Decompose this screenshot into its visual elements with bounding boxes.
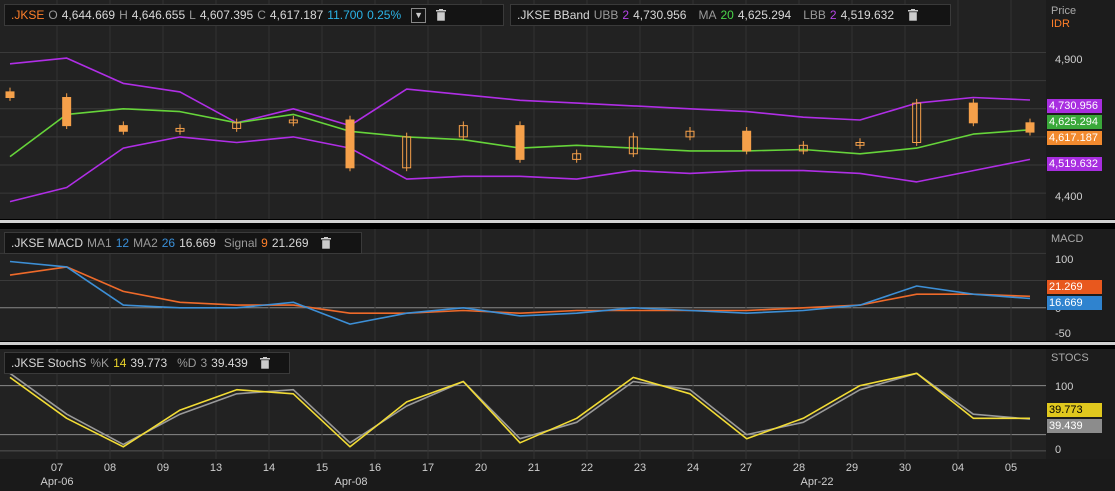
bband-legend[interactable]: .JKSE BBand UBB 2 4,730.956 MA 20 4,625.… — [510, 4, 951, 26]
x-tick-label: 24 — [686, 462, 700, 474]
trash-icon[interactable] — [908, 9, 918, 21]
k-value: 39.773 — [130, 356, 168, 370]
close-label: C — [257, 8, 266, 22]
x-tick-label: 28 — [792, 462, 806, 474]
d-period: 3 — [200, 356, 208, 370]
x-tick-label: 27 — [739, 462, 753, 474]
stoch-tick: 0 — [1055, 444, 1062, 456]
lbb-label: LBB — [803, 8, 826, 22]
ma2-value: 26 — [161, 236, 176, 250]
x-tick-label: 05 — [1004, 462, 1018, 474]
signal-period: 9 — [261, 236, 268, 250]
close-value: 4,617.187 — [269, 8, 324, 22]
macd-tick: 100 — [1055, 254, 1074, 266]
x-month-label: Apr-06 — [40, 476, 74, 488]
lbb-badge: 4,519.632 — [1047, 157, 1102, 171]
x-tick-label: 04 — [951, 462, 965, 474]
d-badge: 39.439 — [1047, 419, 1102, 433]
price-tick: 4,900 — [1055, 54, 1083, 66]
signal-label: Signal — [223, 236, 258, 250]
stoch-axis-title: STOCS — [1051, 352, 1089, 364]
bband-name: .JKSE BBand — [517, 8, 590, 22]
candle-body — [1025, 122, 1035, 133]
x-tick-label: 08 — [103, 462, 117, 474]
price-tick: 4,400 — [1055, 191, 1083, 203]
ma-badge: 4,625.294 — [1047, 115, 1102, 129]
x-tick-label: 14 — [262, 462, 276, 474]
k-badge: 39.773 — [1047, 403, 1102, 417]
lbb-period: 2 — [829, 8, 837, 22]
stoch-tick: 100 — [1055, 381, 1074, 393]
ubb-label: UBB — [593, 8, 619, 22]
ma2-label: MA2 — [133, 236, 158, 250]
candle-body — [5, 91, 15, 98]
x-tick-label: 30 — [898, 462, 912, 474]
macd-badge: 16.669 — [1047, 296, 1102, 310]
d-value: 39.439 — [211, 356, 248, 370]
candle-body — [62, 97, 72, 127]
signal-badge: 21.269 — [1047, 280, 1102, 294]
x-tick-label: 21 — [527, 462, 541, 474]
signal-value: 21.269 — [271, 236, 309, 250]
x-month-label: Apr-22 — [800, 476, 834, 488]
price-legend[interactable]: .JKSE O 4,644.669 H 4,646.655 L 4,607.39… — [4, 4, 504, 26]
d-label: %D — [177, 356, 197, 370]
ubb-period: 2 — [622, 8, 630, 22]
pane-divider[interactable] — [0, 342, 1115, 345]
change-value: 11.700 — [327, 8, 364, 22]
x-tick-label: 23 — [633, 462, 647, 474]
price-symbol: .JKSE — [11, 8, 45, 22]
ubb-value: 4,730.956 — [633, 8, 687, 22]
low-value: 4,607.395 — [199, 8, 254, 22]
lbb-value: 4,519.632 — [840, 8, 894, 22]
open-label: O — [48, 8, 58, 22]
x-tick-label: 16 — [368, 462, 382, 474]
change-pct: 0.25% — [367, 8, 402, 22]
macd-tick: -50 — [1055, 328, 1071, 340]
candle-body — [515, 125, 525, 160]
trash-icon[interactable] — [320, 237, 331, 249]
ma-period: 20 — [720, 8, 734, 22]
ubb-badge: 4,730.956 — [1047, 99, 1102, 113]
x-tick-label: 07 — [50, 462, 64, 474]
x-tick-label: 20 — [474, 462, 488, 474]
ma-label: MA — [698, 8, 717, 22]
macd-axis-title: MACD — [1051, 233, 1084, 245]
x-month-label: Apr-08 — [334, 476, 368, 488]
x-tick-label: 22 — [580, 462, 594, 474]
trash-icon[interactable] — [259, 357, 270, 369]
price-chart[interactable] — [0, 0, 1046, 219]
macd-legend[interactable]: .JKSE MACD MA1 12 MA2 26 16.669 Signal 9… — [4, 232, 362, 254]
pane-divider[interactable] — [0, 220, 1115, 223]
open-value: 4,644.669 — [61, 8, 116, 22]
ma1-label: MA1 — [87, 236, 112, 250]
x-tick-label: 15 — [315, 462, 329, 474]
k-label: %K — [90, 356, 110, 370]
price-axis-currency: IDR — [1051, 18, 1070, 30]
candle-body — [968, 102, 978, 124]
high-label: H — [119, 8, 128, 22]
candle-body — [118, 125, 128, 132]
x-tick-label: 29 — [845, 462, 859, 474]
stoch-legend[interactable]: .JKSE StochS %K 14 39.773 %D 3 39.439 — [4, 352, 290, 374]
price-axis-title: Price — [1051, 5, 1077, 17]
high-value: 4,646.655 — [131, 8, 186, 22]
close-badge: 4,617.187 — [1047, 131, 1102, 145]
k-period: 14 — [113, 356, 127, 370]
chevron-down-icon[interactable]: ▼ — [411, 7, 427, 23]
x-tick-label: 09 — [156, 462, 170, 474]
x-tick-label: 17 — [421, 462, 435, 474]
trash-icon[interactable] — [436, 9, 447, 21]
ma-value: 4,625.294 — [737, 8, 792, 22]
macd-value: 16.669 — [179, 236, 216, 250]
stoch-name: .JKSE StochS — [11, 356, 87, 370]
candle-body — [742, 130, 752, 152]
low-label: L — [189, 8, 196, 22]
candle-body — [345, 119, 355, 169]
x-tick-label: 13 — [209, 462, 223, 474]
ma1-value: 12 — [115, 236, 130, 250]
macd-name: .JKSE MACD — [11, 236, 84, 250]
